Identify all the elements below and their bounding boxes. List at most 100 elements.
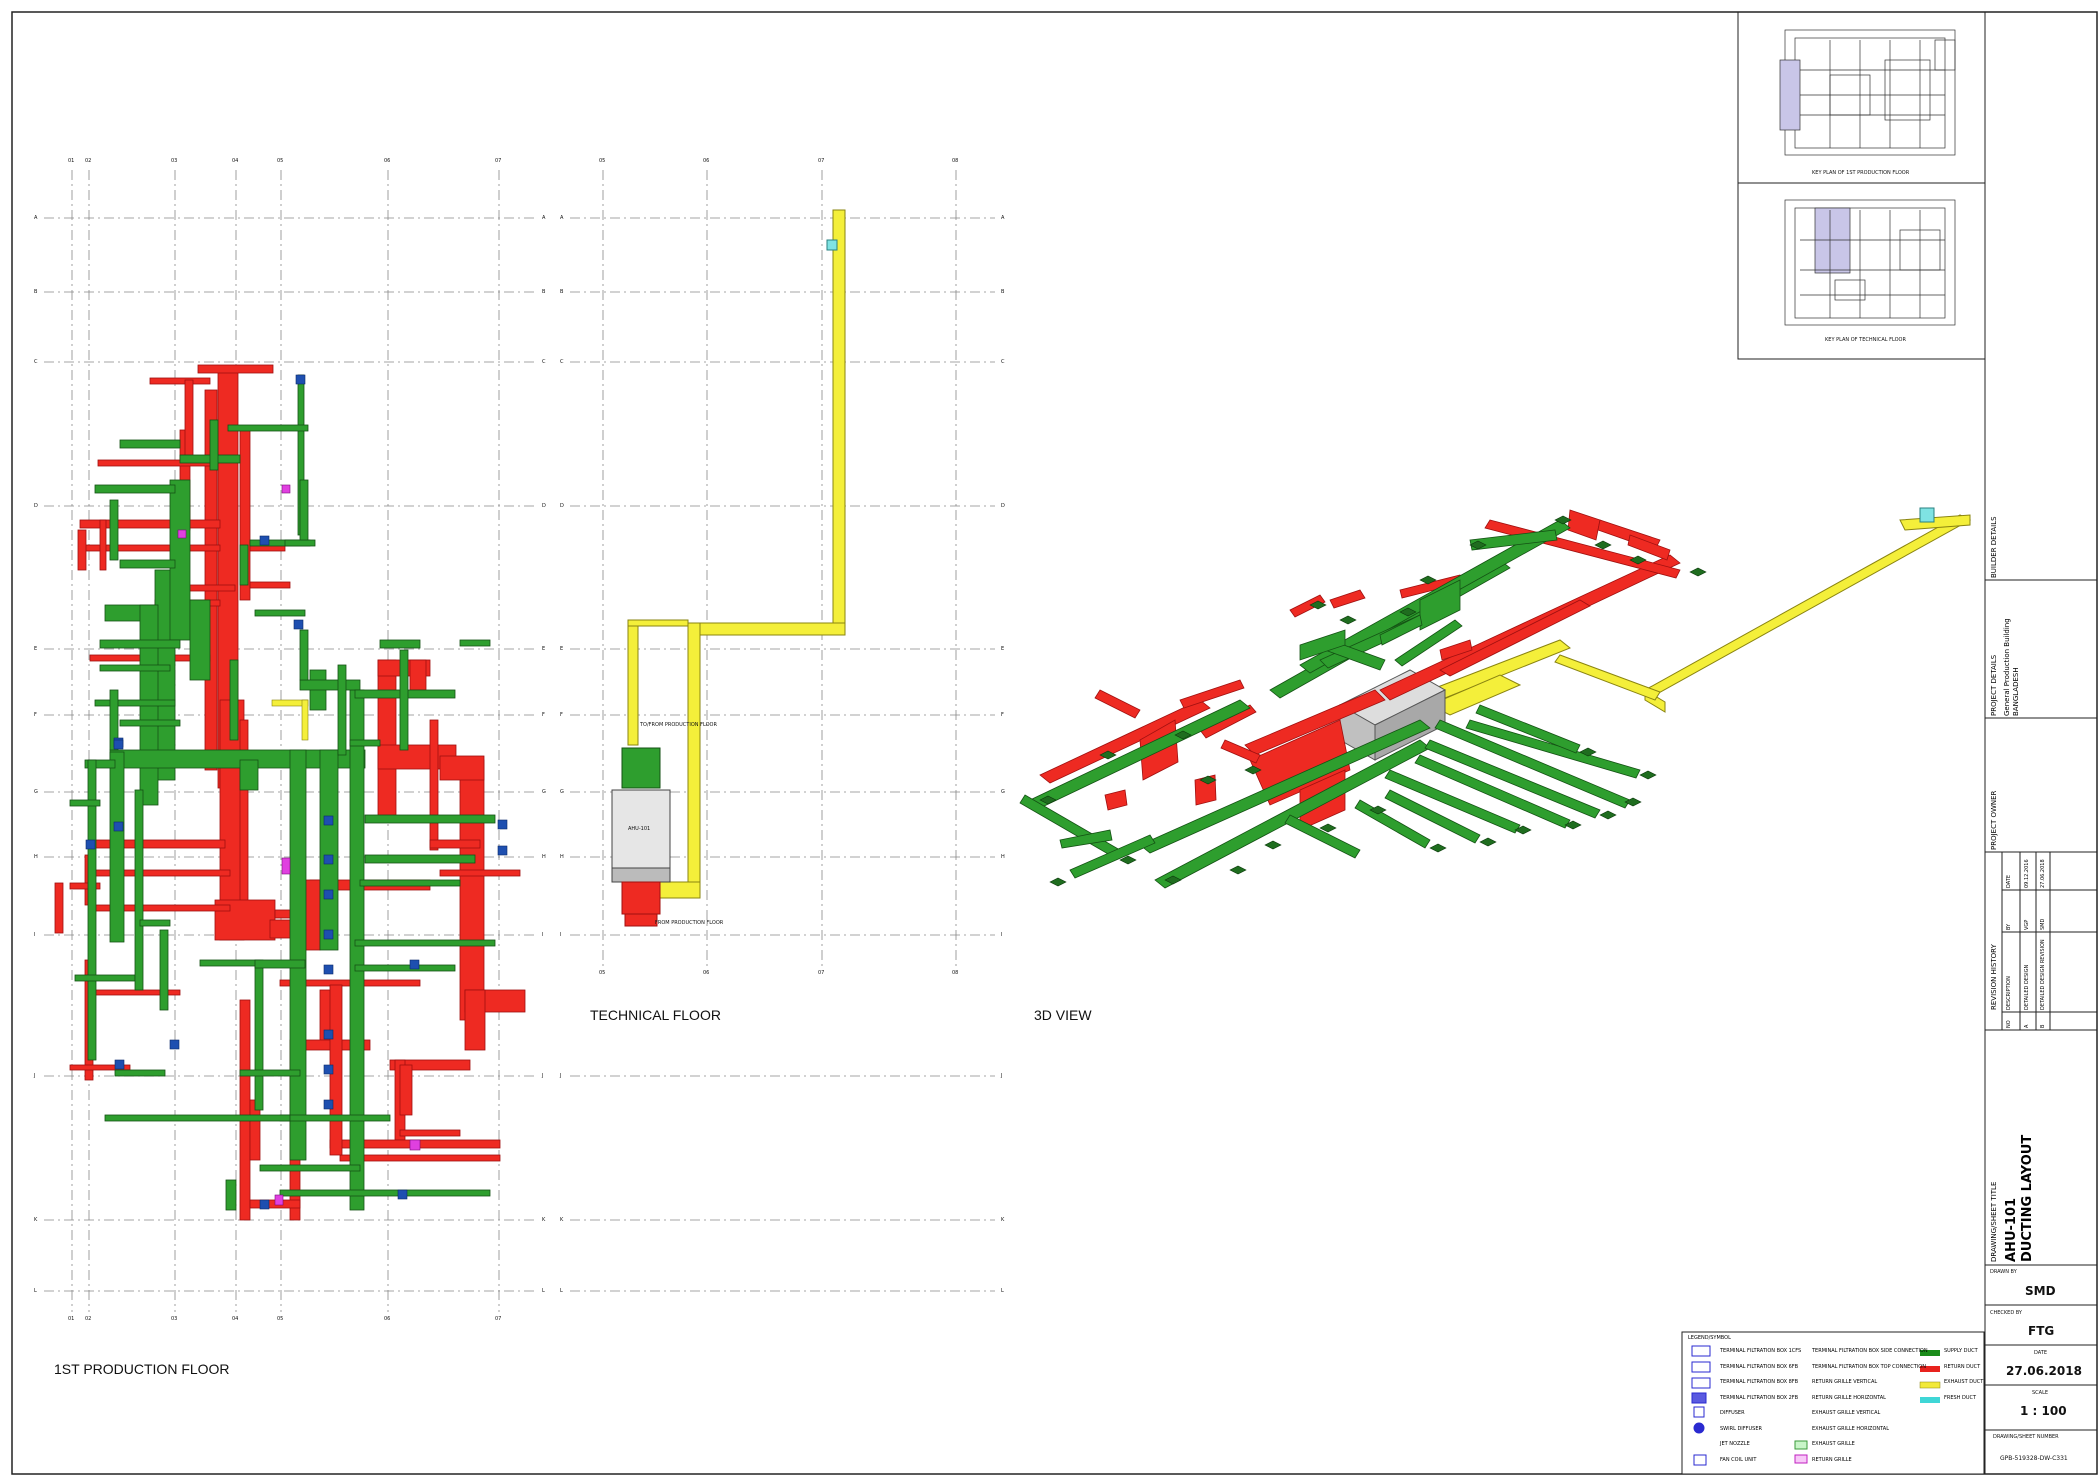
floor1-col-bubble-03-bottom: 03 <box>171 1316 178 1322</box>
floor1-row-bubble-A-right: A <box>542 215 546 221</box>
floor1-row-bubble-B-left: B <box>34 289 38 295</box>
3d-terminal-box <box>1479 837 1497 847</box>
floor1-row-bubble-I-left: I <box>34 932 36 938</box>
legend-item: SWIRL DIFFUSER <box>1720 1425 1762 1432</box>
rev-header-date: DATE <box>2006 874 2012 888</box>
drawn-by-value: SMD <box>2025 1284 2056 1298</box>
3d-terminal-box <box>1339 615 1357 625</box>
floor1-col-bubble-01-bottom: 01 <box>68 1316 75 1322</box>
technical-row-bubble-A-right: A <box>1001 215 1005 221</box>
rev-b-date: 27.06.2018 <box>2040 859 2046 888</box>
3d-view-title: 3D VIEW <box>1034 1007 1092 1023</box>
technical-row-bubble-D-left: D <box>560 503 564 509</box>
floor1-row-bubble-B-right: B <box>542 289 546 295</box>
technical-row-bubble-L-left: L <box>560 1288 563 1294</box>
builder-details-label: BUILDER DETAILS <box>1990 516 1998 578</box>
sheet-number-label: DRAWING/SHEET NUMBER <box>1993 1434 2059 1440</box>
date-value: 27.06.2018 <box>2006 1364 2082 1378</box>
ahu-unit <box>611 747 671 927</box>
rev-header-by: BY <box>2006 923 2012 930</box>
floor1-col-bubble-06-top: 06 <box>384 158 391 164</box>
legend-item: TERMINAL FILTRATION BOX 8FB <box>1720 1379 1799 1385</box>
floor1-row-bubble-G-right: G <box>542 789 546 795</box>
sheet-title-label: DRAWING/SHEET TITLE <box>1990 1181 1998 1262</box>
floor1-row-bubble-D-right: D <box>542 503 546 509</box>
floor1-row-bubble-L-left: L <box>34 1288 37 1294</box>
legend-item: RETURN GRILLE VERTICAL <box>1812 1379 1878 1385</box>
3d-terminal-box <box>1689 567 1707 577</box>
technical-row-bubble-G-right: G <box>1001 789 1005 795</box>
floor1-row-bubble-A-left: A <box>34 215 38 221</box>
3d-terminal-box <box>1599 810 1617 820</box>
technical-col-bubble-06-top: 06 <box>703 158 710 164</box>
floor1-row-bubble-F-left: F <box>34 712 37 718</box>
rev-b-description: DETAILED DESIGN REVISION <box>2040 939 2046 1010</box>
technical-row-bubble-D-right: D <box>1001 503 1005 509</box>
rev-a-no: A <box>2024 1024 2030 1028</box>
floor1-col-bubble-02-top: 02 <box>85 158 92 164</box>
technical-row-bubble-F-left: F <box>560 712 563 718</box>
technical-col-bubble-05-top: 05 <box>599 158 606 164</box>
3d-terminal-box <box>1594 540 1612 550</box>
technical-row-bubble-H-right: H <box>1001 854 1005 860</box>
floor1-col-bubble-07-bottom: 07 <box>495 1316 502 1322</box>
sheet-title-line1: AHU-101 <box>2004 1197 2019 1262</box>
technical-col-bubble-05-bottom: 05 <box>599 970 606 976</box>
floor1-col-bubble-03-top: 03 <box>171 158 178 164</box>
floor1-col-bubble-01-top: 01 <box>68 158 75 164</box>
floor1-row-bubble-C-right: C <box>542 359 546 365</box>
fresh-air-intake <box>826 239 838 251</box>
sheet-title-line2: DUCTING LAYOUT <box>2020 1134 2035 1262</box>
checked-by-value: FTG <box>2028 1324 2055 1338</box>
project-details-label: PROJECT DETAILS <box>1990 654 1998 716</box>
floor1-row-bubble-C-left: C <box>34 359 38 365</box>
3d-exhaust <box>1377 514 1972 741</box>
keyplan-panel <box>1737 11 1986 360</box>
legend-item: DIFFUSER <box>1720 1410 1745 1416</box>
legend-item: EXHAUST GRILLE <box>1812 1441 1855 1447</box>
technical-row-bubble-E-left: E <box>560 646 564 652</box>
legend-item: EXHAUST DUCT <box>1944 1379 1984 1385</box>
isometric-3d-view <box>1019 507 1972 889</box>
technical-row-bubble-J-right: J <box>1001 1073 1003 1079</box>
floor1-row-bubble-E-right: E <box>542 646 546 652</box>
floor1-row-bubble-G-left: G <box>34 789 38 795</box>
floor1-row-bubble-L-right: L <box>542 1288 545 1294</box>
keyplan-technical-floor <box>1784 199 1956 326</box>
floor1-row-bubble-F-right: F <box>542 712 545 718</box>
technical-row-bubble-A-left: A <box>560 215 564 221</box>
legend-item: TERMINAL FILTRATION BOX 6FB <box>1720 1363 1799 1370</box>
floor1-row-bubble-I-right: I <box>542 932 544 938</box>
floor1-col-bubble-05-bottom: 05 <box>277 1316 284 1322</box>
floor1-row-bubble-E-left: E <box>34 646 38 652</box>
legend-title: LEGEND/SYMBOL <box>1688 1335 1731 1341</box>
legend-item: EXHAUST GRILLE VERTICAL <box>1812 1410 1881 1416</box>
floor1-col-bubble-07-top: 07 <box>495 158 502 164</box>
rev-header-description: DESCRIPTION <box>2006 976 2012 1010</box>
technical-row-bubble-C-left: C <box>560 359 564 365</box>
rev-header-no: NO <box>2006 1020 2012 1028</box>
technical-note-from-production: FROM PRODUCTION FLOOR <box>655 920 724 926</box>
technical-view-title: TECHNICAL FLOOR <box>590 1007 721 1023</box>
technical-row-bubble-E-right: E <box>1001 646 1005 652</box>
technical-row-bubble-L-right: L <box>1001 1288 1004 1294</box>
legend-item: SUPPLY DUCT <box>1944 1348 1978 1354</box>
legend-item: JET NOZZLE <box>1720 1441 1750 1447</box>
floor1-row-bubble-H-right: H <box>542 854 546 860</box>
floor1-ducting <box>54 364 526 1221</box>
drawn-by-label: DRAWN BY <box>1990 1269 2017 1275</box>
technical-row-bubble-H-left: H <box>560 854 564 860</box>
rev-a-description: DETAILED DESIGN <box>2024 964 2030 1010</box>
legend-item: EXHAUST GRILLE HORIZONTAL <box>1812 1425 1890 1432</box>
floor1-row-bubble-K-right: K <box>542 1217 546 1223</box>
rev-b-no: B <box>2040 1024 2046 1028</box>
technical-col-bubble-06-bottom: 06 <box>703 970 710 976</box>
scale-label: SCALE <box>2032 1390 2049 1396</box>
legend-item: TERMINAL FILTRATION BOX 2FB <box>1720 1394 1799 1401</box>
keyplan-1st-floor <box>1779 29 1956 156</box>
floor1-view-title: 1ST PRODUCTION FLOOR <box>54 1361 230 1377</box>
project-owner-label: PROJECT OWNER <box>1990 790 1998 850</box>
rev-a-by: VGP <box>2024 919 2030 930</box>
3d-terminal-box <box>1049 877 1067 887</box>
exhaust-duct-floor1 <box>271 699 309 741</box>
